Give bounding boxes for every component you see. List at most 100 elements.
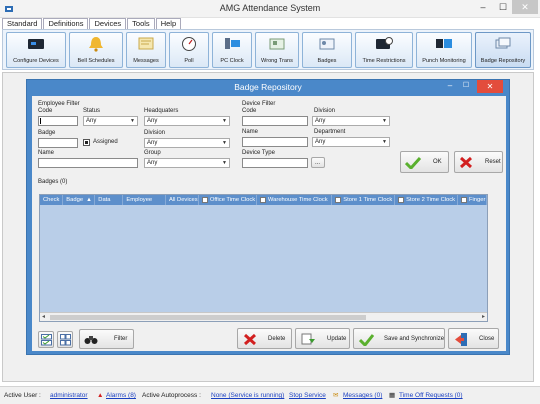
device-type-field[interactable] — [242, 158, 308, 168]
col-check[interactable]: Check — [40, 195, 64, 205]
dev-code-field[interactable] — [242, 116, 308, 126]
poll-button[interactable]: Poll — [169, 32, 209, 68]
department-select[interactable]: Any ▼ — [312, 137, 390, 147]
col-checkbox[interactable] — [201, 197, 208, 203]
scrollbar-thumb[interactable] — [50, 315, 366, 320]
col-store2-time-clock[interactable]: Store 2 Time Clock — [395, 195, 458, 205]
grid-horizontal-scrollbar[interactable]: ◂ ▸ — [40, 312, 487, 321]
time-restrictions-button[interactable]: Time Restrictions — [355, 32, 413, 68]
card-icon — [269, 38, 285, 50]
badge-repository-dialog: Badge Repository – ☐ ✕ Employee Filter C… — [26, 79, 510, 355]
active-user-label: Active User : — [4, 392, 41, 399]
dialog-maximize-button[interactable]: ☐ — [459, 80, 473, 92]
emp-division-select[interactable]: Any ▼ — [144, 138, 230, 148]
chevron-down-icon: ▼ — [382, 139, 387, 145]
bell-schedules-button[interactable]: Bell Schedules — [69, 32, 123, 68]
checkmark-icon — [405, 156, 421, 169]
scroll-right-icon[interactable]: ▸ — [482, 313, 485, 322]
dialog-close-button[interactable]: ✕ — [477, 80, 503, 93]
group-label: Group — [144, 150, 161, 156]
pc-clock-button[interactable]: PC Clock — [212, 32, 252, 68]
chevron-down-icon: ▼ — [130, 118, 135, 124]
col-checkbox[interactable] — [259, 197, 266, 203]
col-finger[interactable]: Finger — [458, 195, 487, 205]
dev-division-label: Division — [314, 108, 336, 114]
stop-service-link[interactable]: Stop Service — [289, 388, 326, 404]
sort-asc-icon: ▲ — [86, 197, 92, 203]
menu-tools[interactable]: Tools — [127, 18, 155, 29]
badges-button[interactable]: Badges — [302, 32, 352, 68]
minimize-button[interactable]: – — [472, 0, 494, 14]
col-store1-time-clock[interactable]: Store 1 Time Clock — [332, 195, 396, 205]
active-user-link[interactable]: administrator — [50, 388, 88, 404]
badge-repository-button[interactable]: Badge Repository — [475, 32, 531, 68]
employee-filter-heading: Employee Filter — [38, 101, 80, 107]
close-button[interactable]: ✕ — [512, 0, 538, 14]
badge-field[interactable] — [38, 138, 78, 148]
headquarters-select[interactable]: Any ▼ — [144, 116, 230, 126]
col-employee[interactable]: Employee — [123, 195, 166, 205]
check-all-icon — [41, 334, 52, 346]
headquarters-label: Headquaters — [144, 108, 179, 114]
badge-label: Badge — [38, 130, 56, 136]
dev-code-label: Code — [242, 108, 257, 114]
delete-button[interactable]: Delete — [237, 328, 292, 349]
update-button[interactable]: Update — [295, 328, 350, 349]
calendar-icon: ▦ — [389, 392, 396, 399]
autoprocess-link[interactable]: None (Service is running) — [211, 388, 284, 404]
dialog-minimize-button[interactable]: – — [443, 80, 457, 92]
col-warehouse-time-clock[interactable]: Warehouse Time Clock — [257, 195, 333, 205]
group-select[interactable]: Any ▼ — [144, 158, 230, 168]
reset-button[interactable]: Reset — [454, 151, 503, 173]
col-checkbox[interactable] — [398, 197, 405, 203]
bell-icon — [89, 37, 103, 52]
emp-code-field[interactable] — [38, 116, 78, 126]
save-and-synchronize-button[interactable]: Save and Synchronize — [353, 328, 445, 349]
close-dialog-button[interactable]: Close — [448, 328, 499, 349]
dev-division-select[interactable]: Any ▼ — [312, 116, 390, 126]
menu-help[interactable]: Help — [155, 18, 182, 29]
chevron-down-icon: ▼ — [222, 160, 227, 166]
wrong-trans-button[interactable]: Wrong Trans — [255, 32, 299, 68]
device-type-label: Device Type — [242, 150, 275, 156]
emp-division-label: Division — [144, 130, 166, 136]
device-type-browse-button[interactable]: ... — [311, 157, 325, 168]
dev-name-field[interactable] — [242, 137, 308, 147]
binoculars-icon — [84, 336, 98, 344]
clock-device-icon — [376, 37, 393, 49]
messages-link[interactable]: Messages (0) — [343, 388, 382, 404]
configure-devices-button[interactable]: Configure Devices — [6, 32, 66, 68]
chevron-down-icon: ▼ — [222, 118, 227, 124]
scroll-left-icon[interactable]: ◂ — [42, 313, 45, 322]
status-bar: Active User : administrator ▲ Alarms (8)… — [0, 386, 540, 404]
menu-devices[interactable]: Devices — [89, 18, 127, 29]
punch-monitoring-button[interactable]: Punch Monitoring — [416, 32, 472, 68]
assigned-checkbox[interactable] — [83, 139, 90, 146]
menu-definitions[interactable]: Definitions — [43, 18, 89, 29]
emp-name-label: Name — [38, 150, 55, 156]
status-select[interactable]: Any ▼ — [83, 116, 138, 126]
devices-toolbar: Configure Devices Bell Schedules Message… — [2, 29, 534, 70]
check-all-button[interactable] — [38, 331, 54, 348]
chevron-down-icon: ▼ — [222, 140, 227, 146]
filter-button[interactable]: Filter — [79, 329, 134, 349]
alarms-link[interactable]: Alarms (8) — [106, 388, 136, 404]
badges-grid[interactable]: Check Badge ▲ Data Employee All Devices O… — [39, 194, 488, 322]
ok-button[interactable]: OK — [400, 151, 449, 173]
uncheck-all-icon — [60, 334, 71, 346]
col-checkbox[interactable] — [335, 197, 342, 203]
col-badge[interactable]: Badge ▲ — [63, 195, 96, 205]
menu-standard[interactable]: Standard — [2, 18, 43, 29]
maximize-button[interactable]: ☐ — [494, 0, 512, 14]
uncheck-all-button[interactable] — [57, 331, 73, 348]
time-off-requests-link[interactable]: Time Off Requests (0) — [399, 388, 463, 404]
col-data[interactable]: Data — [95, 195, 124, 205]
grid-header: Check Badge ▲ Data Employee All Devices O… — [40, 195, 487, 205]
messages-button[interactable]: Messages — [126, 32, 166, 68]
emp-name-field[interactable] — [38, 158, 138, 168]
assigned-label: Assigned — [93, 139, 118, 145]
col-all-devices[interactable]: All Devices — [166, 195, 199, 205]
col-checkbox[interactable] — [460, 197, 467, 203]
message-icon — [138, 37, 154, 50]
col-office-time-clock[interactable]: Office Time Clock — [199, 195, 257, 205]
